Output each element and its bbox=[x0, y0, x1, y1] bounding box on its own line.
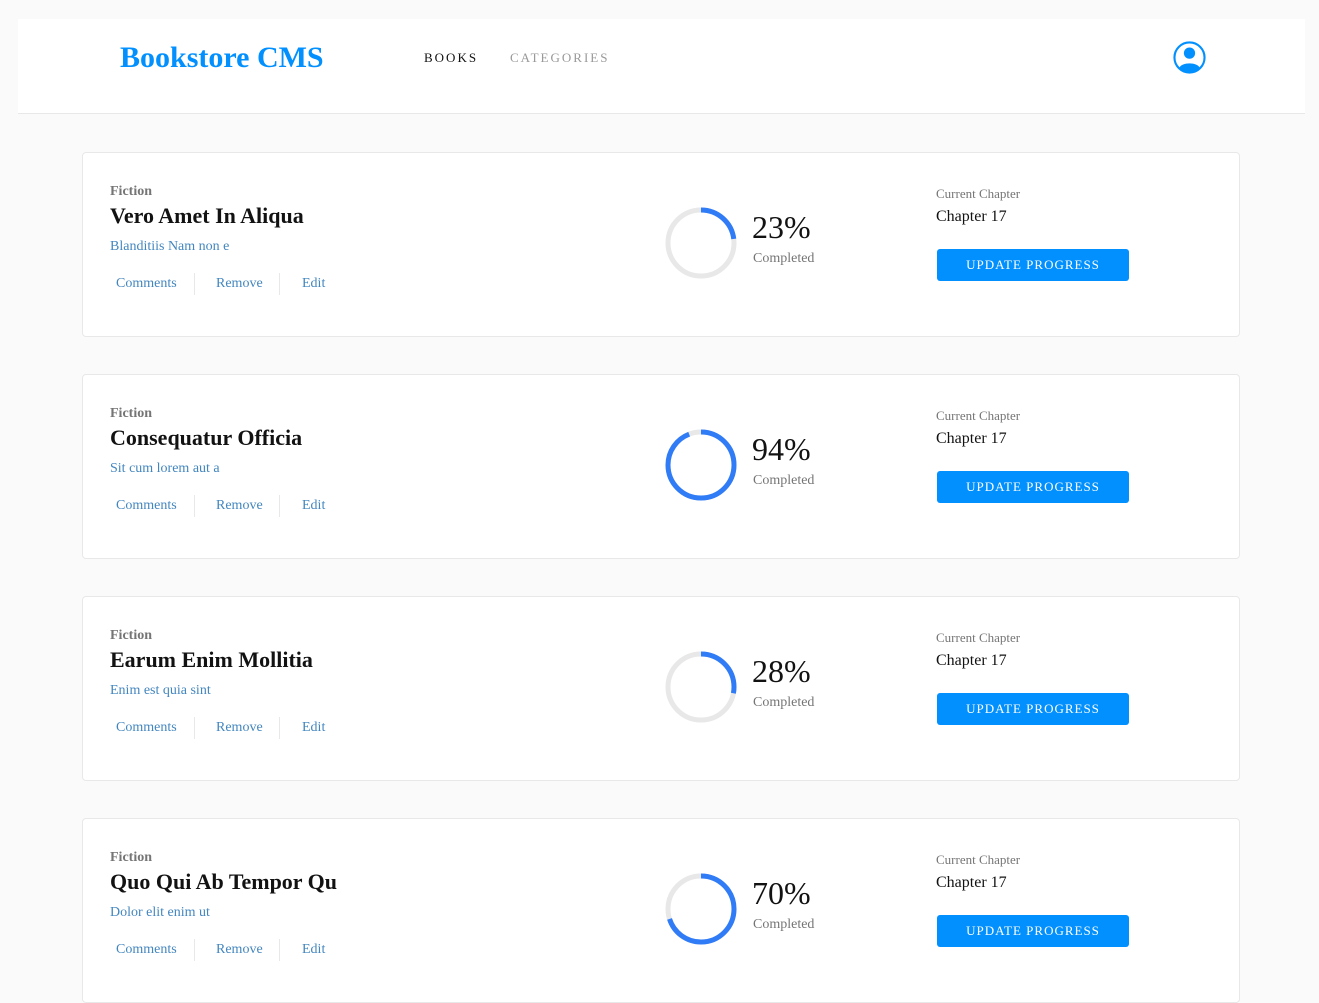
progress-ring bbox=[665, 873, 737, 945]
book-card: Fiction Quo Qui Ab Tempor Qu Dolor elit … bbox=[82, 818, 1240, 1003]
progress-ring bbox=[665, 207, 737, 279]
current-chapter-value: Chapter 17 bbox=[936, 430, 1007, 447]
current-chapter-label: Current Chapter bbox=[936, 630, 1021, 645]
current-chapter-label: Current Chapter bbox=[936, 408, 1021, 423]
book-genre: Fiction bbox=[110, 850, 152, 865]
action-divider bbox=[279, 273, 280, 295]
book-card: Fiction Consequatur Officia Sit cum lore… bbox=[82, 374, 1240, 559]
action-divider bbox=[194, 939, 195, 961]
header: Bookstore CMS BOOKS CATEGORIES bbox=[18, 19, 1305, 114]
progress-percent: 70% bbox=[752, 875, 811, 911]
nav-categories[interactable]: CATEGORIES bbox=[510, 50, 609, 66]
progress-percent: 28% bbox=[752, 653, 811, 689]
comments-button[interactable]: Comments bbox=[116, 276, 177, 292]
progress-percent: 23% bbox=[752, 209, 811, 245]
completed-label: Completed bbox=[753, 695, 815, 710]
update-progress-button[interactable]: UPDATE PROGRESS bbox=[937, 915, 1129, 947]
book-title: Consequatur Officia bbox=[110, 425, 303, 450]
book-card: Fiction Earum Enim Mollitia Enim est qui… bbox=[82, 596, 1240, 781]
edit-button[interactable]: Edit bbox=[302, 942, 325, 958]
remove-button[interactable]: Remove bbox=[216, 276, 263, 292]
book-author[interactable]: Enim est quia sint bbox=[110, 683, 211, 699]
completed-label: Completed bbox=[753, 473, 815, 488]
book-author[interactable]: Blanditiis Nam non e bbox=[110, 239, 229, 255]
app-panel: Bookstore CMS BOOKS CATEGORIES Fiction V… bbox=[18, 19, 1305, 1003]
action-divider bbox=[279, 717, 280, 739]
action-divider bbox=[194, 717, 195, 739]
user-circle-icon[interactable] bbox=[1173, 41, 1206, 74]
completed-label: Completed bbox=[753, 917, 815, 932]
book-title: Earum Enim Mollitia bbox=[110, 647, 313, 672]
progress-ring bbox=[665, 429, 737, 501]
book-genre: Fiction bbox=[110, 406, 152, 421]
completed-label: Completed bbox=[753, 251, 815, 266]
update-progress-button[interactable]: UPDATE PROGRESS bbox=[937, 249, 1129, 281]
progress-percent: 94% bbox=[752, 431, 811, 467]
current-chapter-label: Current Chapter bbox=[936, 852, 1021, 867]
book-genre: Fiction bbox=[110, 628, 152, 643]
current-chapter-value: Chapter 17 bbox=[936, 208, 1007, 225]
edit-button[interactable]: Edit bbox=[302, 276, 325, 292]
comments-button[interactable]: Comments bbox=[116, 498, 177, 514]
remove-button[interactable]: Remove bbox=[216, 498, 263, 514]
book-author[interactable]: Dolor elit enim ut bbox=[110, 905, 210, 921]
current-chapter-value: Chapter 17 bbox=[936, 874, 1007, 891]
comments-button[interactable]: Comments bbox=[116, 720, 177, 736]
comments-button[interactable]: Comments bbox=[116, 942, 177, 958]
current-chapter-value: Chapter 17 bbox=[936, 652, 1007, 669]
edit-button[interactable]: Edit bbox=[302, 720, 325, 736]
book-author[interactable]: Sit cum lorem aut a bbox=[110, 461, 220, 477]
update-progress-button[interactable]: UPDATE PROGRESS bbox=[937, 471, 1129, 503]
book-title: Vero Amet In Aliqua bbox=[110, 203, 304, 228]
edit-button[interactable]: Edit bbox=[302, 498, 325, 514]
progress-ring bbox=[665, 651, 737, 723]
action-divider bbox=[194, 273, 195, 295]
app-logo[interactable]: Bookstore CMS bbox=[120, 41, 324, 75]
nav-books[interactable]: BOOKS bbox=[424, 50, 478, 66]
remove-button[interactable]: Remove bbox=[216, 720, 263, 736]
current-chapter-label: Current Chapter bbox=[936, 186, 1021, 201]
book-title: Quo Qui Ab Tempor Qu bbox=[110, 869, 338, 894]
action-divider bbox=[279, 495, 280, 517]
remove-button[interactable]: Remove bbox=[216, 942, 263, 958]
book-card: Fiction Vero Amet In Aliqua Blanditiis N… bbox=[82, 152, 1240, 337]
book-genre: Fiction bbox=[110, 184, 152, 199]
action-divider bbox=[279, 939, 280, 961]
update-progress-button[interactable]: UPDATE PROGRESS bbox=[937, 693, 1129, 725]
action-divider bbox=[194, 495, 195, 517]
